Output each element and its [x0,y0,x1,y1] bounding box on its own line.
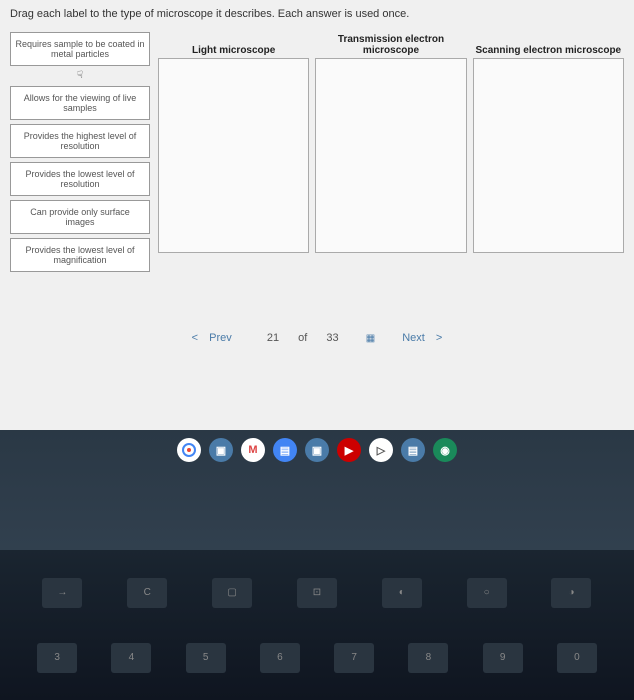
dropzones-container: Light microscope Transmission electron m… [158,32,624,272]
page-indicator: 21 of 33 [259,332,347,344]
key[interactable]: 6 [260,643,300,673]
cursor-hand-icon: ☟ [10,70,150,82]
drag-label[interactable]: Provides the highest level of resolution [10,124,150,158]
gmail-icon[interactable]: M [241,438,265,462]
drag-label[interactable]: Provides the lowest level of resolution [10,162,150,196]
key[interactable]: 8 [408,643,448,673]
pagination: < Prev 21 of 33 ▦ Next > [10,332,624,344]
camera-icon[interactable]: ◉ [433,438,457,462]
dropzone-column: Transmission electron microscope [315,32,466,272]
key[interactable]: ▢ [212,578,252,608]
key[interactable]: C [127,578,167,608]
key[interactable]: 3 [37,643,77,673]
chrome-icon[interactable] [177,438,201,462]
key[interactable]: ◑ [551,578,591,608]
key[interactable]: 7 [334,643,374,673]
instructions-text: Drag each label to the type of microscop… [10,8,624,20]
store-icon[interactable]: ▣ [305,438,329,462]
key[interactable]: ◐ [382,578,422,608]
drag-label[interactable]: Provides the lowest level of magnificati… [10,238,150,272]
prev-button[interactable]: < Prev [192,332,240,344]
files-icon[interactable]: ▣ [209,438,233,462]
drag-label[interactable]: Can provide only surface images [10,200,150,234]
key[interactable]: → [42,578,82,608]
dropzone-title: Transmission electron microscope [315,32,466,56]
labels-column: Requires sample to be coated in metal pa… [10,32,150,272]
play-icon[interactable]: ▷ [369,438,393,462]
dropzone-title: Light microscope [158,32,309,56]
dropzone-sem[interactable] [473,58,624,253]
notes-icon[interactable]: ▤ [401,438,425,462]
dropzone-title: Scanning electron microscope [473,32,624,56]
grid-view-icon[interactable]: ▦ [366,333,375,344]
keyboard-row: → C ▢ ⊡ ◐ ○ ◑ [20,578,614,608]
quiz-content: Drag each label to the type of microscop… [0,0,634,430]
drag-label[interactable]: Allows for the viewing of live samples [10,86,150,120]
key[interactable]: ○ [467,578,507,608]
desktop-area: ▣ M ▤ ▣ ▶ ▷ ▤ ◉ → C ▢ ⊡ ◐ ○ ◑ 3 4 5 6 7 … [0,430,634,700]
key[interactable]: 9 [483,643,523,673]
next-button[interactable]: Next > [394,332,442,344]
dropzone-tem[interactable] [315,58,466,253]
keyboard-row: 3 4 5 6 7 8 9 0 [20,643,614,673]
key[interactable]: 5 [186,643,226,673]
keyboard: → C ▢ ⊡ ◐ ○ ◑ 3 4 5 6 7 8 9 0 [0,550,634,700]
main-layout: Requires sample to be coated in metal pa… [10,32,624,272]
dropzone-light[interactable] [158,58,309,253]
youtube-icon[interactable]: ▶ [337,438,361,462]
taskbar: ▣ M ▤ ▣ ▶ ▷ ▤ ◉ [0,430,634,470]
key[interactable]: 0 [557,643,597,673]
docs-icon[interactable]: ▤ [273,438,297,462]
dropzone-column: Light microscope [158,32,309,272]
key[interactable]: ⊡ [297,578,337,608]
drag-label[interactable]: Requires sample to be coated in metal pa… [10,32,150,66]
key[interactable]: 4 [111,643,151,673]
dropzone-column: Scanning electron microscope [473,32,624,272]
